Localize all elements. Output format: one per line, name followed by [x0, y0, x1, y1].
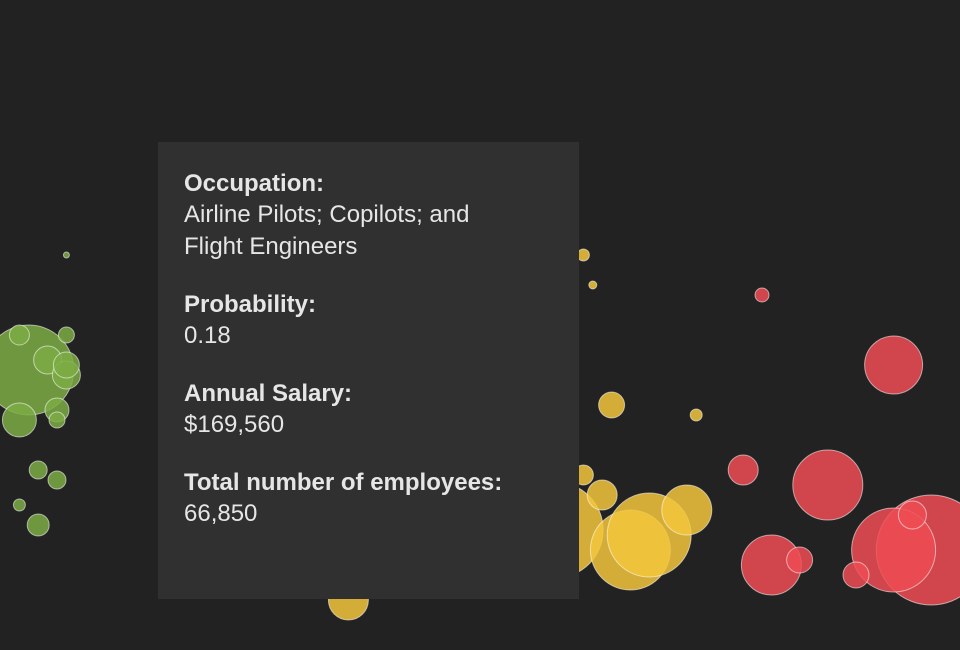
salary-field: Annual Salary: $169,560 — [184, 379, 553, 441]
occupation-value: Airline Pilots; Copilots; and Flight Eng… — [184, 201, 470, 260]
bubble-high-9[interactable] — [897, 500, 927, 530]
bubble-low-7[interactable] — [28, 460, 48, 480]
bubble-low-3[interactable] — [1, 402, 37, 438]
bubble-high-1[interactable] — [792, 449, 864, 521]
bubble-high-5[interactable] — [727, 454, 759, 486]
bubble-high-0[interactable] — [864, 335, 924, 395]
bubble-high-8[interactable] — [754, 287, 770, 303]
probability-field: Probability: 0.18 — [184, 290, 553, 352]
bubble-mid-0[interactable] — [598, 391, 626, 419]
bubble-low-1[interactable] — [8, 324, 30, 346]
bubble-low-5[interactable] — [52, 351, 80, 379]
probability-value: 0.18 — [184, 322, 231, 349]
bubble-high-6[interactable] — [786, 546, 814, 574]
salary-label: Annual Salary: — [184, 380, 353, 407]
bubble-mid-4[interactable] — [661, 484, 713, 536]
bubble-low-9[interactable] — [48, 411, 66, 429]
tooltip: Occupation: Airline Pilots; Copilots; an… — [158, 142, 579, 599]
salary-value: $169,560 — [184, 411, 285, 438]
bubble-low-10[interactable] — [26, 513, 50, 537]
bubble-mid-9[interactable] — [689, 408, 703, 422]
bubble-low-13[interactable] — [62, 251, 70, 259]
bubble-mid-7[interactable] — [576, 248, 590, 262]
bubble-low-11[interactable] — [12, 498, 26, 512]
occupation-field: Occupation: Airline Pilots; Copilots; an… — [184, 169, 553, 263]
employees-field: Total number of employees: 66,850 — [184, 468, 553, 530]
employees-label: Total number of employees: — [184, 469, 503, 496]
bubble-mid-5[interactable] — [586, 479, 618, 511]
bubble-low-8[interactable] — [47, 470, 67, 490]
bubble-high-7[interactable] — [842, 561, 870, 589]
employees-value: 66,850 — [184, 500, 258, 527]
probability-label: Probability: — [184, 291, 317, 318]
bubble-mid-8[interactable] — [588, 280, 598, 290]
bubble-low-12[interactable] — [57, 326, 75, 344]
occupation-label: Occupation: — [184, 170, 325, 197]
